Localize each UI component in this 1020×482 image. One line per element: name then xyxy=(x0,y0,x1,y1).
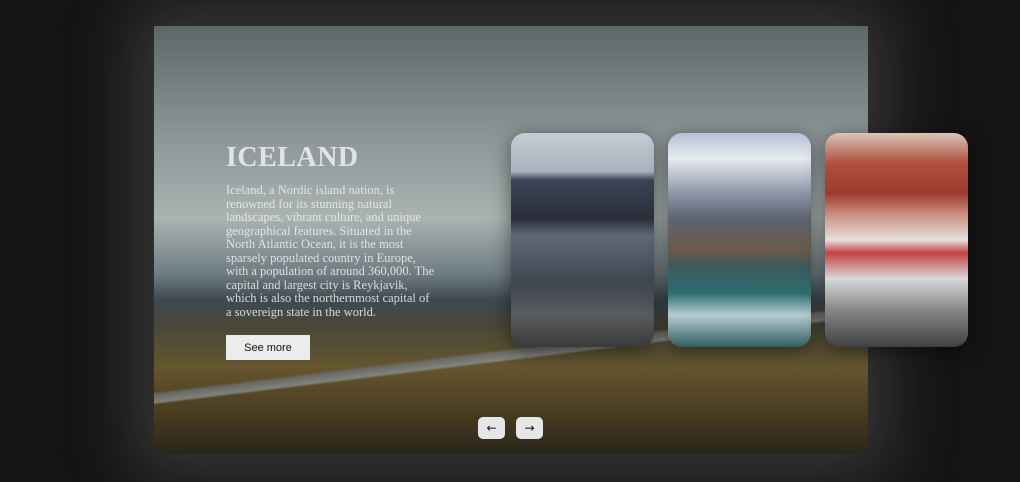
slide-title: ICELAND xyxy=(226,142,359,173)
slide-content: ICELAND Iceland, a Nordic island nation,… xyxy=(226,142,436,360)
slide-description: Iceland, a Nordic island nation, is reno… xyxy=(226,183,435,319)
prev-button[interactable]: ← xyxy=(478,417,505,439)
slider: ICELAND Iceland, a Nordic island nation,… xyxy=(154,26,968,454)
arrow-left-icon: ← xyxy=(486,421,497,435)
slide-card-mountain-lake[interactable] xyxy=(668,133,811,347)
arrow-right-icon: → xyxy=(524,421,535,435)
see-more-button[interactable]: See more xyxy=(226,335,310,360)
slide-card-red-houses[interactable] xyxy=(825,133,968,347)
slide-card-harbor[interactable] xyxy=(511,133,654,347)
next-button[interactable]: → xyxy=(516,417,543,439)
